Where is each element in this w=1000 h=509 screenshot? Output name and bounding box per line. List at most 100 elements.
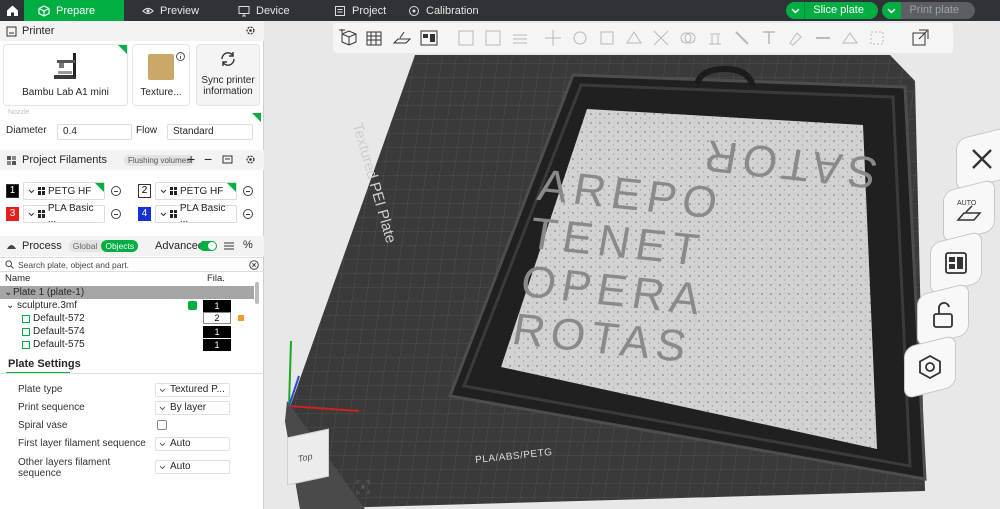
- tab-calibration[interactable]: Calibration: [380, 0, 500, 21]
- filament-slot-3[interactable]: 3 PLA Basic ...: [6, 203, 121, 225]
- info-icon[interactable]: [176, 52, 185, 61]
- printer-selector[interactable]: Bambu Lab A1 mini: [3, 44, 128, 106]
- text-button[interactable]: [758, 27, 780, 49]
- hexagon-icon: [919, 354, 941, 380]
- filament-chip[interactable]: 2: [203, 312, 231, 324]
- part-row[interactable]: Default-574 1: [0, 325, 258, 338]
- plate-type-selector[interactable]: Texture...: [132, 44, 190, 106]
- seam-paint-button[interactable]: [731, 27, 753, 49]
- printer-name: Bambu Lab A1 mini: [22, 87, 109, 98]
- scale-button[interactable]: [596, 27, 618, 49]
- filament-chip[interactable]: 1: [203, 339, 231, 351]
- support-paint-button[interactable]: [704, 27, 726, 49]
- flow-field[interactable]: Standard: [167, 124, 253, 140]
- diameter-field[interactable]: 0.4: [57, 124, 132, 140]
- add-plate-button[interactable]: [364, 27, 386, 49]
- view-cube[interactable]: Top: [287, 428, 329, 486]
- list-icon[interactable]: [224, 241, 234, 251]
- assemble-icon: [870, 31, 884, 45]
- filament-dropdown[interactable]: PETG HF: [23, 182, 105, 200]
- text-icon: [763, 31, 775, 44]
- tab-device[interactable]: Device: [212, 0, 298, 21]
- global-option[interactable]: Global: [69, 240, 102, 252]
- variable-layer-button[interactable]: [509, 27, 531, 49]
- add-object-button[interactable]: [337, 27, 359, 49]
- slice-plate-button[interactable]: Slice plate: [786, 2, 878, 19]
- remove-filament-icon[interactable]: [243, 209, 253, 219]
- tab-prepare[interactable]: Prepare: [24, 0, 124, 21]
- first-layer-sequence-select[interactable]: Auto: [155, 437, 230, 451]
- percent-icon[interactable]: %: [243, 239, 253, 251]
- 3d-viewport[interactable]: Textured PEI Plate PLA/ABS/PETG SATOR AR…: [265, 21, 1000, 509]
- search-bar[interactable]: Search plate, object and part.: [0, 257, 264, 272]
- arrange-button[interactable]: [418, 27, 440, 49]
- move-icon: [545, 30, 561, 46]
- edited-corner-flag: [252, 113, 261, 122]
- measure-button[interactable]: [839, 27, 861, 49]
- filaments-section-header: Project Filaments Flushing volumes + −: [0, 150, 264, 170]
- search-input[interactable]: Search plate, object and part.: [18, 260, 129, 270]
- remove-filament-icon[interactable]: [111, 186, 121, 196]
- filament-dropdown[interactable]: PETG HF: [155, 182, 237, 200]
- filament-dropdown[interactable]: PLA Basic ...: [23, 203, 105, 225]
- move-button[interactable]: [542, 27, 564, 49]
- chevron-down-icon[interactable]: [786, 2, 806, 19]
- filament-slot-2[interactable]: 2 PETG HF: [138, 181, 253, 201]
- emboss-button[interactable]: [812, 27, 834, 49]
- spiral-vase-checkbox[interactable]: [157, 420, 167, 430]
- fit-view-icon[interactable]: [356, 480, 370, 494]
- chevron-down-icon[interactable]: [882, 2, 902, 19]
- part-row[interactable]: Default-575 1: [0, 338, 258, 351]
- rotate-icon: [573, 31, 587, 45]
- orient-button[interactable]: [391, 27, 413, 49]
- checkbox-checked-icon[interactable]: [188, 301, 197, 310]
- part-row[interactable]: Default-572 2: [0, 312, 258, 325]
- print-plate-button[interactable]: Print plate: [882, 2, 975, 19]
- filament-chip[interactable]: 1: [203, 326, 231, 338]
- tab-project[interactable]: Project: [298, 0, 386, 21]
- filament-chip[interactable]: 1: [203, 300, 231, 312]
- flushing-volumes-button[interactable]: Flushing volumes: [123, 154, 195, 166]
- plate-row[interactable]: ⌄ Plate 1 (plate-1): [0, 286, 254, 299]
- clear-icon[interactable]: [249, 260, 259, 270]
- sync-label-1: Sync printer: [201, 75, 255, 86]
- objects-option[interactable]: Objects: [101, 240, 139, 252]
- color-paint-button[interactable]: [785, 27, 807, 49]
- gear-icon[interactable]: [245, 25, 256, 36]
- chevron-down-icon: [159, 442, 166, 446]
- tab-preview[interactable]: Preview: [124, 0, 212, 21]
- advanced-toggle[interactable]: [199, 241, 217, 251]
- rotate-button[interactable]: [569, 27, 591, 49]
- split-parts-button[interactable]: [482, 27, 504, 49]
- assembly-view-button[interactable]: [909, 27, 931, 49]
- filament-sync-icon[interactable]: [222, 154, 233, 165]
- chevron-down-icon[interactable]: ⌄: [4, 286, 12, 299]
- process-scope-toggle[interactable]: Global Objects: [68, 240, 139, 252]
- chevron-down-icon[interactable]: ⌄: [6, 299, 14, 312]
- lock-icon[interactable]: [238, 315, 244, 321]
- filament-slot-4[interactable]: 4 PLA Basic ...: [138, 203, 253, 225]
- home-button[interactable]: [0, 0, 24, 21]
- svg-text:AUTO: AUTO: [957, 200, 977, 207]
- spiral-vase-label: Spiral vase: [18, 420, 68, 431]
- nozzle-label: Nozzle: [8, 109, 30, 116]
- remove-filament-icon[interactable]: [111, 209, 121, 219]
- plus-icon[interactable]: +: [187, 151, 195, 167]
- assemble-button[interactable]: [866, 27, 888, 49]
- cut-button[interactable]: [650, 27, 672, 49]
- filament-dropdown[interactable]: PLA Basic ...: [155, 203, 237, 225]
- boolean-button[interactable]: [677, 27, 699, 49]
- object-row[interactable]: ⌄ sculpture.3mf 1: [0, 299, 258, 312]
- plate-type-select[interactable]: Textured P...: [155, 383, 230, 397]
- other-layers-sequence-select[interactable]: Auto: [155, 460, 230, 474]
- filament-slot-1[interactable]: 1 PETG HF: [6, 181, 121, 201]
- plate-name: Plate 1 (plate-1): [13, 287, 85, 298]
- lay-on-face-button[interactable]: [623, 27, 645, 49]
- minus-icon[interactable]: −: [204, 151, 212, 167]
- sync-printer-button[interactable]: Sync printer information: [196, 44, 260, 106]
- filament-number: 3: [6, 207, 19, 221]
- split-objects-button[interactable]: [455, 27, 477, 49]
- print-sequence-select[interactable]: By layer: [155, 401, 230, 415]
- remove-filament-icon[interactable]: [243, 186, 253, 196]
- gear-icon[interactable]: [245, 154, 256, 165]
